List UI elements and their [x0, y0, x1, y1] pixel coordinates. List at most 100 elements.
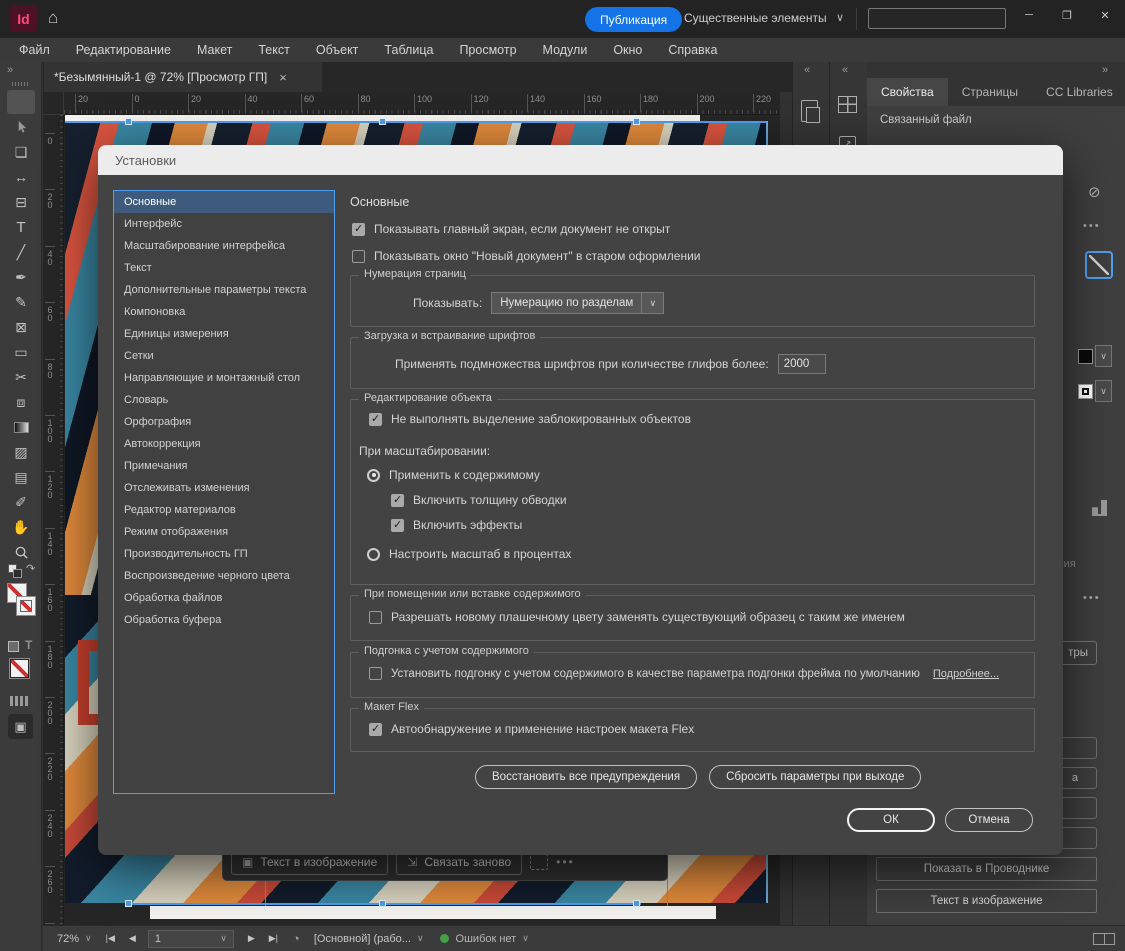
pencil-tool[interactable]: ✎ [7, 290, 35, 314]
show-in-explorer-button[interactable]: Показать в Проводнике [876, 857, 1097, 881]
chevron-down-icon[interactable]: ∨ [522, 933, 529, 944]
document-tab[interactable]: *Безымянный-1 @ 72% [Просмотр ГП] × [44, 62, 322, 92]
maximize-button[interactable]: ❐ [1050, 0, 1084, 30]
ruler-origin[interactable] [43, 92, 64, 115]
tab-close-icon[interactable]: × [279, 70, 287, 85]
selection-handle[interactable] [379, 118, 386, 125]
horizontal-ruler[interactable]: 20020406080100120140160180200220 [64, 92, 780, 115]
zoom-level[interactable]: 72% [57, 933, 79, 945]
frame-tool[interactable]: ⊠ [7, 315, 35, 339]
more-options-icon[interactable]: ••• [1083, 220, 1101, 232]
zoom-tool[interactable] [7, 540, 35, 564]
unlink-icon[interactable]: ⊘ [1088, 183, 1101, 201]
cancel-button[interactable]: Отмена [945, 808, 1033, 832]
menu-item-4[interactable]: Объект [303, 38, 372, 62]
prefs-sidebar-item-19[interactable]: Обработка буфера [114, 609, 334, 631]
eyedropper-tool[interactable]: ✐ [7, 490, 35, 514]
prefs-sidebar-item-15[interactable]: Режим отображения [114, 521, 334, 543]
prefs-sidebar-item-9[interactable]: Словарь [114, 389, 334, 411]
show-home-checkbox[interactable] [352, 223, 365, 236]
menu-item-3[interactable]: Текст [245, 38, 302, 62]
gradient-tool[interactable] [7, 415, 35, 439]
publish-button[interactable]: Публикация [585, 7, 682, 32]
include-stroke-checkbox[interactable] [391, 494, 404, 507]
expand-panel-icon[interactable]: » [7, 64, 13, 76]
collapse-dock-icon[interactable]: « [804, 64, 810, 76]
prefs-sidebar-item-14[interactable]: Редактор материалов [114, 499, 334, 521]
master-page-dropdown[interactable]: [Основной] (рабо... [314, 933, 411, 945]
prevent-locked-checkbox[interactable] [369, 413, 382, 426]
grid-panel-icon[interactable] [838, 96, 857, 113]
menu-item-5[interactable]: Таблица [371, 38, 446, 62]
preflight-icon[interactable]: ◔ [292, 931, 300, 946]
prefs-sidebar-item-13[interactable]: Отслеживать изменения [114, 477, 334, 499]
prefs-sidebar-item-5[interactable]: Компоновка [114, 301, 334, 323]
prefs-sidebar-item-4[interactable]: Дополнительные параметры текста [114, 279, 334, 301]
free-transform-tool[interactable]: ⧈ [7, 390, 35, 414]
fill-color-dropdown[interactable]: ∨ [1078, 345, 1112, 367]
flex-auto-checkbox[interactable] [369, 723, 382, 736]
frame-options-icon[interactable] [530, 854, 548, 870]
format-text-icon[interactable]: T [25, 638, 32, 652]
scissors-tool[interactable]: ✂ [7, 365, 35, 389]
rectangle-tool[interactable]: ▭ [7, 340, 35, 364]
tab-properties[interactable]: Свойства [867, 78, 948, 106]
prefs-sidebar-item-3[interactable]: Текст [114, 257, 334, 279]
last-page-button[interactable]: ▶| [269, 933, 278, 944]
swap-arrow-icon[interactable]: ↷ [26, 562, 35, 575]
close-button[interactable]: ✕ [1088, 0, 1122, 30]
adjust-percent-radio[interactable] [367, 548, 380, 561]
menu-item-0[interactable]: Файл [6, 38, 63, 62]
selection-handle[interactable] [379, 900, 386, 907]
preflight-errors-label[interactable]: Ошибок нет [456, 933, 517, 945]
apply-none-swatch[interactable] [10, 659, 29, 678]
note-tool[interactable]: ▤ [7, 465, 35, 489]
prefs-sidebar-item-11[interactable]: Автокоррекция [114, 433, 334, 455]
prefs-sidebar-item-1[interactable]: Интерфейс [114, 213, 334, 235]
prefs-sidebar-item-18[interactable]: Обработка файлов [114, 587, 334, 609]
include-effects-checkbox[interactable] [391, 519, 404, 532]
gradient-feather-tool[interactable]: ▨ [7, 440, 35, 464]
selection-handle[interactable] [125, 900, 132, 907]
pen-tool[interactable]: ✒ [7, 265, 35, 289]
selection-handle[interactable] [633, 900, 640, 907]
tab-cc-libraries[interactable]: CC Libraries [1032, 78, 1125, 106]
reset-prefs-button[interactable]: Сбросить параметры при выходе [709, 765, 921, 789]
gap-tool[interactable]: ↔ [7, 165, 35, 189]
page-numbering-select[interactable]: Нумерацию по разделам ∨ [491, 292, 664, 314]
menu-item-8[interactable]: Окно [600, 38, 655, 62]
prev-page-button[interactable]: ◀ [129, 933, 136, 944]
menu-item-7[interactable]: Модули [530, 38, 601, 62]
prefs-sidebar-item-6[interactable]: Единицы измерения [114, 323, 334, 345]
selection-frame-top[interactable] [65, 121, 768, 123]
tab-pages[interactable]: Страницы [948, 78, 1032, 106]
spread-view-icon[interactable] [1093, 933, 1115, 945]
more-options-icon[interactable]: ••• [556, 855, 575, 869]
selection-handle[interactable] [633, 118, 640, 125]
more-options-icon[interactable]: ••• [1083, 592, 1101, 604]
spot-color-checkbox[interactable] [369, 611, 382, 624]
search-input[interactable] [868, 8, 1006, 29]
prefs-sidebar-item-16[interactable]: Производительность ГП [114, 543, 334, 565]
font-subset-input[interactable] [778, 354, 826, 374]
menu-item-2[interactable]: Макет [184, 38, 245, 62]
hand-tool[interactable]: ✋ [7, 515, 35, 539]
stroke-color-dropdown[interactable]: ∨ [1078, 380, 1112, 402]
first-page-button[interactable]: |◀ [106, 933, 115, 944]
prefs-sidebar-item-7[interactable]: Сетки [114, 345, 334, 367]
screen-mode-button[interactable]: ▣ [8, 714, 33, 739]
apply-gradient-icon[interactable] [10, 696, 30, 706]
workspace-selector[interactable]: Существенные элементы [684, 11, 827, 25]
home-icon[interactable]: ⌂ [48, 8, 58, 28]
legacy-new-doc-checkbox[interactable] [352, 250, 365, 263]
learn-more-link[interactable]: Подробнее... [933, 668, 999, 680]
apply-to-content-radio[interactable] [367, 469, 380, 482]
expand-panel-icon[interactable]: » [1102, 64, 1108, 76]
text-to-image-panel-button[interactable]: Текст в изображение [876, 889, 1097, 913]
vertical-ruler[interactable]: 020406080100120140160180200220240260280 [43, 115, 64, 925]
default-fill-stroke-icon[interactable] [13, 569, 22, 578]
reset-warnings-button[interactable]: Восстановить все предупреждения [475, 765, 697, 789]
prefs-sidebar-item-8[interactable]: Направляющие и монтажный стол [114, 367, 334, 389]
next-page-button[interactable]: ▶ [248, 933, 255, 944]
prefs-sidebar-item-12[interactable]: Примечания [114, 455, 334, 477]
